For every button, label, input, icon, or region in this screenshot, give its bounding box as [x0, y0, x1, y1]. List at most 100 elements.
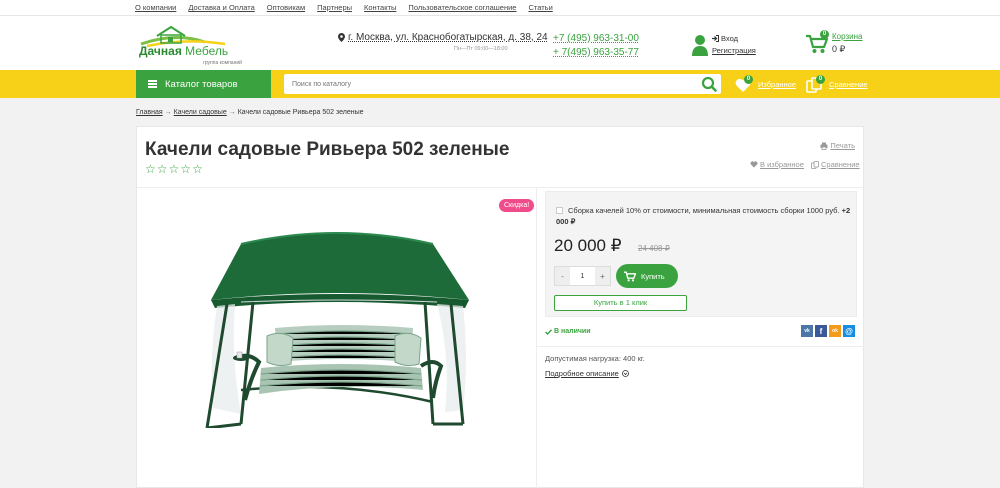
vk-icon[interactable]: vk: [801, 325, 813, 337]
logo-text: Дачная Мебель: [139, 44, 228, 58]
logo-tagline: группа компаний: [203, 60, 242, 66]
print-link[interactable]: Печать: [820, 141, 855, 150]
current-price: 20 000 ₽: [554, 236, 622, 255]
qty-plus-button[interactable]: +: [595, 267, 610, 285]
breadcrumb: Главная → Качели садовые → Качели садовые Ри…: [136, 109, 364, 116]
one-click-buy-button[interactable]: Купить в 1 клик: [554, 295, 687, 311]
printer-icon: [820, 142, 828, 150]
assembly-price: +2: [841, 206, 851, 215]
check-icon: [545, 328, 552, 335]
header: Дачная Мебель группа компаний г. Москва,…: [0, 16, 1000, 70]
top-link[interactable]: Оптовикам: [267, 3, 305, 12]
cart-count-badge: 0: [820, 30, 829, 39]
search-input[interactable]: [292, 78, 682, 90]
user-icon: [692, 35, 708, 56]
cart-block[interactable]: 0 Корзина 0 ₽: [806, 30, 876, 62]
product-title: Качели садовые Ривьера 502 зеленые: [145, 139, 510, 160]
star-icon[interactable]: ☆: [157, 163, 168, 175]
top-link[interactable]: Доставка и Оплата: [188, 3, 254, 12]
logo[interactable]: Дачная Мебель группа компаний: [135, 24, 255, 66]
register-link[interactable]: Регистрация: [712, 46, 756, 55]
buy-box: Сборка качелей 10% от стоимости, минимал…: [545, 191, 857, 317]
quantity-stepper: - 1 +: [554, 266, 611, 286]
add-to-favorites-label: В избранное: [760, 160, 804, 169]
arrow-down-circle-icon: [621, 370, 629, 377]
buy-label: Купить: [641, 271, 665, 281]
phone-2[interactable]: + 7(495) 963-35-77: [553, 46, 639, 60]
address-block: г. Москва, ул. Краснобогатырская, д. 38,…: [338, 32, 548, 52]
assembly-checkbox[interactable]: [556, 207, 563, 214]
phone-1[interactable]: +7 (495) 963-31-00: [553, 32, 639, 46]
star-icon[interactable]: ☆: [169, 163, 180, 175]
product-image[interactable]: [201, 228, 473, 428]
address-text: г. Москва, ул. Краснобогатырская, д. 38,…: [348, 32, 548, 43]
qty-minus-button[interactable]: -: [555, 267, 570, 285]
top-link[interactable]: Пользовательское соглашение: [408, 3, 516, 12]
compare-link[interactable]: 0 Сравнение: [806, 75, 868, 93]
cart-label[interactable]: Корзина: [832, 32, 862, 41]
cart-icon: [624, 270, 636, 281]
product-gallery[interactable]: Скидка!: [137, 188, 537, 488]
compare-icon: [811, 160, 819, 169]
top-link[interactable]: О компании: [135, 3, 176, 12]
discount-badge: Скидка!: [499, 199, 535, 212]
login-icon: [712, 35, 719, 42]
login-link[interactable]: Вход: [712, 34, 738, 43]
moimir-icon[interactable]: @: [843, 325, 855, 337]
stock-label: В наличии: [554, 328, 591, 335]
top-link[interactable]: Партнеры: [317, 3, 352, 12]
top-links-bar: О компании Доставка и Оплата Оптовикам Парт…: [0, 0, 1000, 16]
rating-stars[interactable]: ☆ ☆ ☆ ☆ ☆: [145, 163, 203, 175]
star-icon[interactable]: ☆: [192, 163, 203, 175]
top-link[interactable]: Статьи: [528, 3, 552, 12]
top-links: О компании Доставка и Оплата Оптовикам Парт…: [135, 3, 553, 12]
top-link[interactable]: Контакты: [364, 3, 396, 12]
old-price: 24 408 ₽: [638, 244, 670, 253]
favorites-icon-wrap: 0: [735, 75, 753, 93]
breadcrumb-category[interactable]: Качели садовые: [174, 109, 227, 116]
quantity-input[interactable]: 1: [570, 267, 595, 285]
assembly-option[interactable]: Сборка качелей 10% от стоимости, минимал…: [556, 205, 852, 227]
search-box: [284, 74, 721, 94]
catalog-button[interactable]: Каталог товаров: [136, 70, 271, 98]
breadcrumb-separator: →: [164, 109, 172, 116]
compare-count-badge: 0: [816, 75, 825, 84]
divider: [537, 346, 865, 347]
map-pin-icon: [338, 33, 345, 42]
navigation-bar: Каталог товаров 0 Избранное 0 Сравнение: [0, 70, 1000, 98]
favorites-count-badge: 0: [744, 75, 753, 84]
buy-button[interactable]: Купить: [616, 264, 678, 288]
user-block: Вход Регистрация: [692, 34, 772, 62]
compare-label: Сравнение: [829, 79, 868, 89]
menu-icon: [148, 80, 157, 88]
catalog-label: Каталог товаров: [165, 78, 238, 90]
details-label: Подробное описание: [545, 369, 619, 378]
add-to-compare-label: Сравнение: [821, 160, 860, 169]
favorites-link[interactable]: 0 Избранное: [735, 75, 796, 93]
share-buttons: vk f ok @: [801, 325, 855, 337]
load-capacity: Допустимая нагрузка: 400 кг.: [545, 354, 645, 363]
assembly-text: Сборка качелей 10% от стоимости, минимал…: [568, 206, 840, 215]
logo-name-bold: Дачная: [139, 44, 182, 58]
add-to-favorites-link[interactable]: В избранное: [750, 160, 804, 169]
details-link[interactable]: Подробное описание: [545, 369, 629, 378]
print-label: Печать: [830, 141, 855, 150]
favorites-label: Избранное: [758, 79, 797, 89]
add-to-compare-link[interactable]: Сравнение: [811, 160, 860, 169]
logo-name-light: Мебель: [185, 44, 229, 58]
address-link[interactable]: г. Москва, ул. Краснобогатырская, д. 38,…: [338, 32, 548, 43]
breadcrumb-separator: →: [228, 109, 236, 116]
facebook-icon[interactable]: f: [815, 325, 827, 337]
odnoklassniki-icon[interactable]: ok: [829, 325, 841, 337]
login-label: Вход: [721, 34, 738, 43]
star-icon[interactable]: ☆: [180, 163, 191, 175]
work-hours: Пн—Пт 09:00—18:00: [454, 46, 508, 52]
heart-icon: [750, 161, 758, 168]
search-icon[interactable]: [701, 76, 717, 92]
phones: +7 (495) 963-31-00 + 7(495) 963-35-77: [553, 32, 639, 60]
stock-status: В наличии: [545, 328, 591, 335]
breadcrumb-home[interactable]: Главная: [136, 109, 163, 116]
star-icon[interactable]: ☆: [145, 163, 156, 175]
compare-icon-wrap: 0: [806, 75, 825, 93]
assembly-price-cont: 000 ₽: [556, 217, 576, 226]
